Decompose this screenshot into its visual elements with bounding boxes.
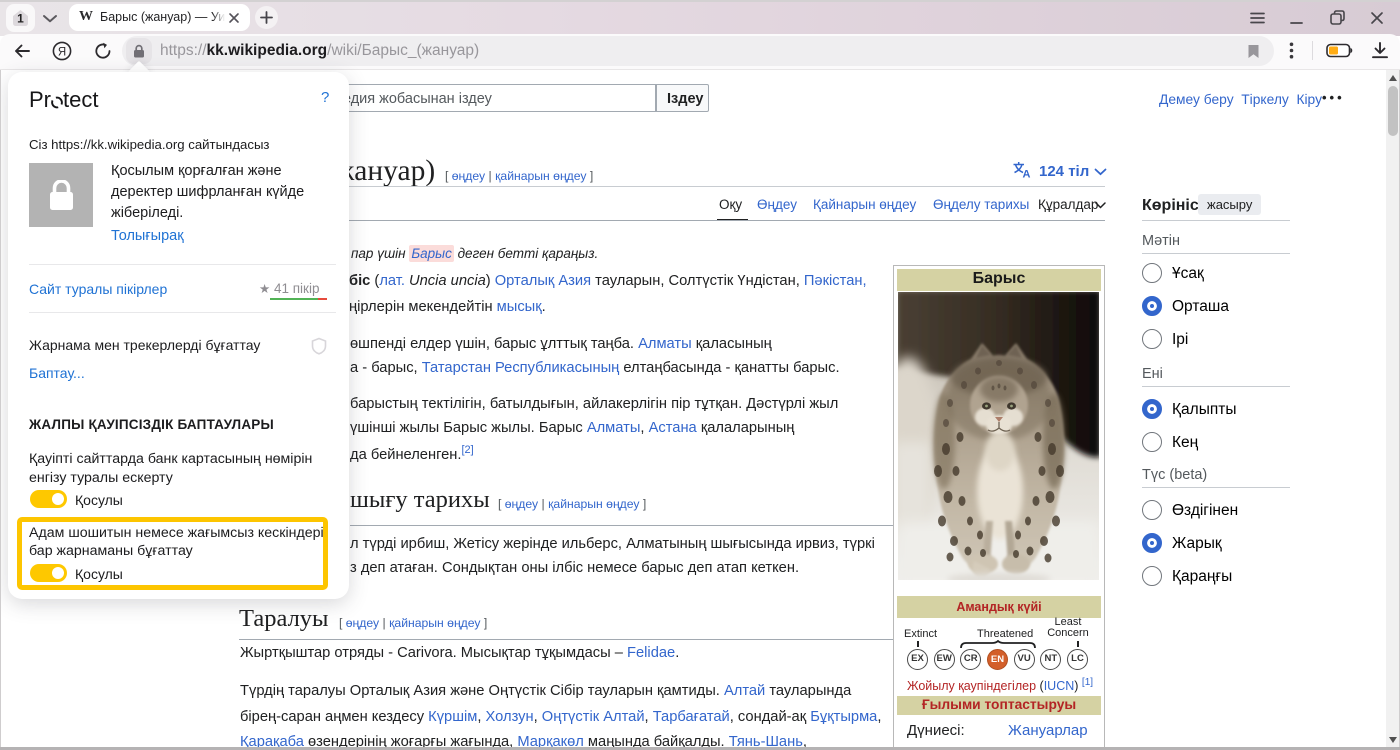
svg-text:A: A	[1023, 169, 1031, 179]
svg-text:1: 1	[17, 12, 24, 26]
svg-text:Я: Я	[58, 46, 66, 58]
